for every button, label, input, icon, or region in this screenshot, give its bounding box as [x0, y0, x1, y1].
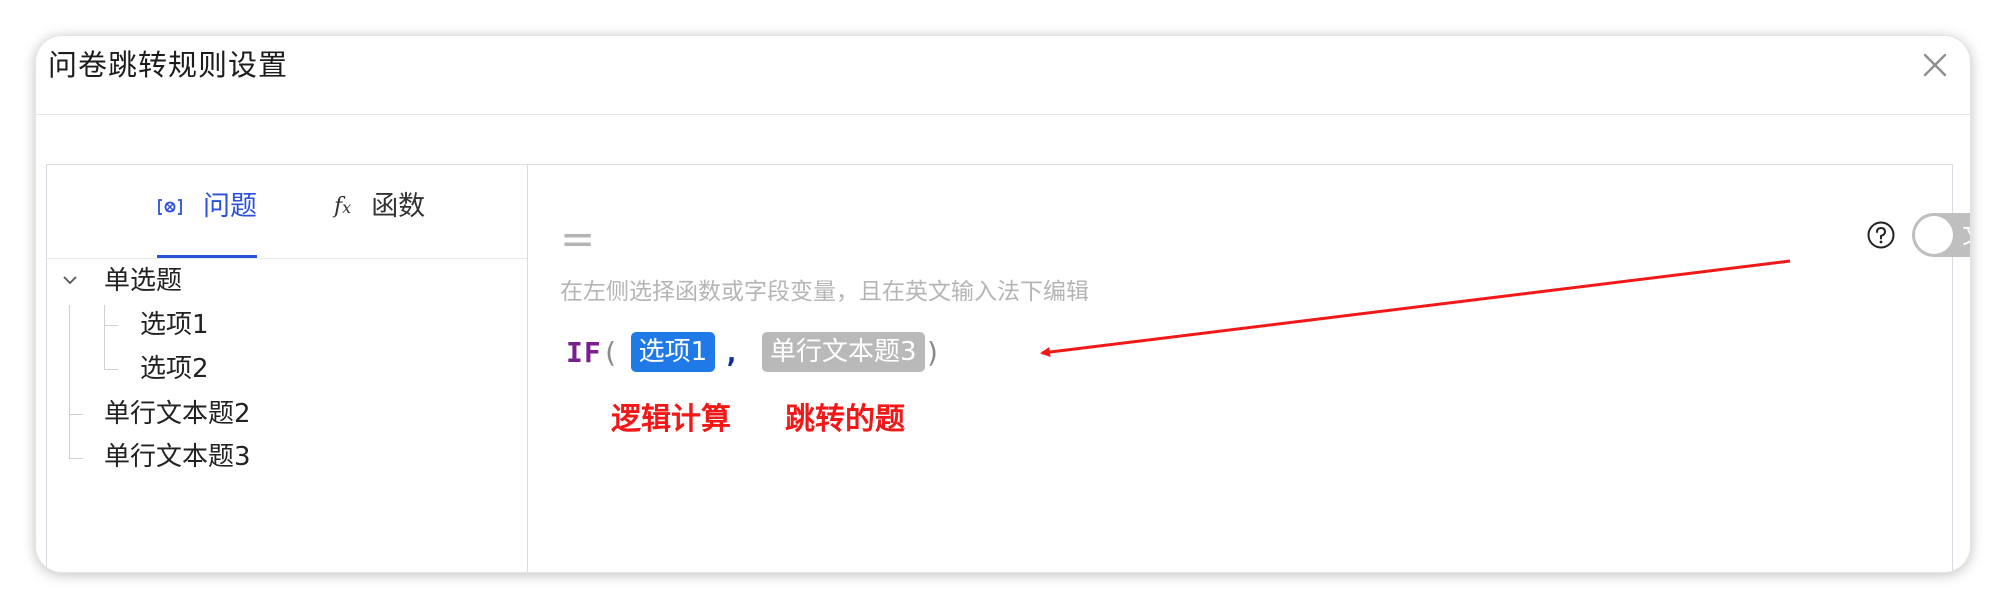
- tab-questions-label: 问题: [203, 191, 257, 222]
- function-name: IF: [566, 335, 602, 369]
- argument-separator: ,: [723, 335, 740, 369]
- field-chip-option-1[interactable]: 选项1: [630, 332, 716, 372]
- tab-functions[interactable]: fx 函数: [334, 189, 425, 258]
- field-chip-text-question-3[interactable]: 单行文本题3: [761, 332, 925, 372]
- tree-guide-line: [69, 305, 70, 459]
- annotation-jump-target: 跳转的题: [785, 402, 905, 437]
- close-paren: ): [924, 335, 942, 369]
- formula-expression[interactable]: IF ( 选项1 , 单行文本题3 ): [566, 332, 941, 372]
- header-divider: [36, 114, 1970, 115]
- editor-hint: 在左侧选择函数或字段变量，且在英文输入法下编辑: [560, 279, 1089, 305]
- close-icon[interactable]: [1918, 48, 1952, 82]
- tree-guide-line: [69, 414, 83, 415]
- equals-sign: =: [560, 214, 596, 263]
- editor-panel: 问题 fx 函数 单选题 选项1 选项2 单行文本题2 单行文本题3 = 在左侧…: [46, 164, 1970, 572]
- dialog-title: 问卷跳转规则设置: [48, 48, 289, 82]
- tree-guide-line: [104, 325, 118, 326]
- tree-guide-line: [104, 305, 105, 369]
- tree-item-option-2[interactable]: 选项2: [140, 351, 209, 387]
- rule-settings-dialog: 问卷跳转规则设置 问题 fx 函数 单选题 选项1 选项2 单行文本题2 单行文…: [36, 36, 1970, 572]
- tree-item-text-question-3[interactable]: 单行文本题3: [104, 439, 251, 475]
- tree-item-option-1[interactable]: 选项1: [140, 307, 209, 343]
- function-fx-icon: fx: [334, 194, 352, 219]
- sidebar-tabs: 问题 fx 函数: [47, 165, 527, 259]
- variable-brackets-icon: [157, 189, 183, 235]
- chevron-down-icon[interactable]: [61, 268, 79, 296]
- toggle-label: 文本: [1962, 213, 1970, 257]
- tree-guide-line: [104, 369, 118, 370]
- tree-item-text-question-2[interactable]: 单行文本题2: [104, 396, 251, 432]
- tab-questions[interactable]: 问题: [157, 189, 257, 258]
- open-paren: (: [601, 335, 619, 369]
- annotation-logic: 逻辑计算: [611, 402, 731, 437]
- toggle-knob: [1915, 216, 1953, 254]
- tree-guide-line: [69, 458, 83, 459]
- formula-editor[interactable]: = 文本 在左侧选择函数或字段变量，且在英文输入法下编辑 IF ( 选项1 , …: [528, 165, 1970, 572]
- tab-functions-label: 函数: [371, 191, 426, 222]
- help-icon[interactable]: [1866, 220, 1896, 250]
- field-sidebar: 问题 fx 函数 单选题 选项1 选项2 单行文本题2 单行文本题3: [47, 165, 528, 572]
- tree-group-single-choice[interactable]: 单选题: [104, 263, 182, 299]
- text-mode-toggle[interactable]: 文本: [1912, 213, 1970, 257]
